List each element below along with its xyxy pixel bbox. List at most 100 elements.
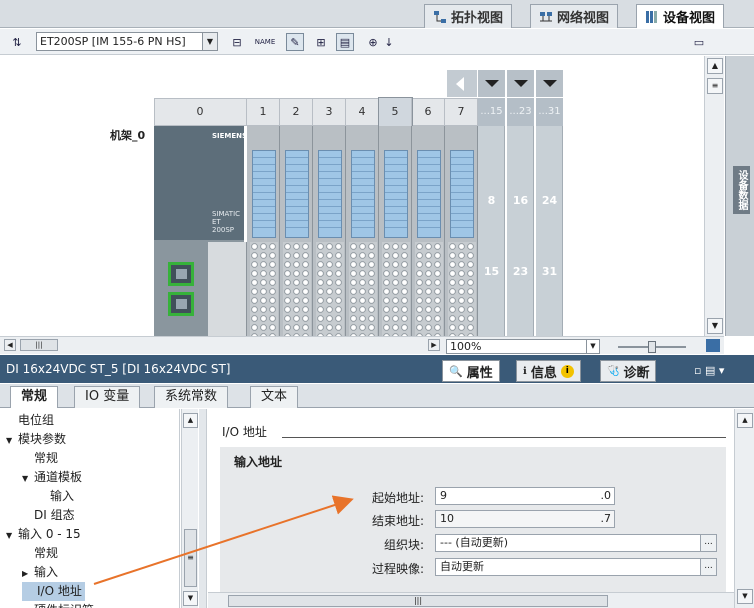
canvas-horizontal-scrollbar[interactable]: ◀ ||| ▶ 100% ▼ — [0, 336, 724, 354]
process-image-field[interactable]: 自动更新 ... — [435, 558, 717, 576]
panel-toggle-icon[interactable]: ▭ — [690, 33, 708, 51]
slot-header[interactable]: 0 — [154, 98, 247, 126]
tab-device-view[interactable]: 设备视图 — [636, 4, 725, 28]
network-overview-icon[interactable]: ⇅ — [8, 33, 26, 51]
io-module[interactable] — [412, 126, 445, 336]
io-module[interactable] — [445, 126, 478, 336]
tree-item[interactable]: ▶ 输入 — [22, 563, 58, 582]
properties-icon: 🔍 — [449, 364, 463, 378]
tree-scrollbar[interactable]: ▲ ≡ ▼ — [181, 409, 198, 608]
slot-header[interactable]: 5 — [378, 97, 413, 127]
scroll-down-icon[interactable]: ▼ — [737, 589, 753, 604]
terminal-block — [415, 242, 443, 336]
ext-slot-start: 24 — [541, 194, 558, 207]
io-module[interactable] — [247, 126, 280, 336]
head-text: SIMATIC ET 200SP — [212, 210, 241, 234]
scroll-down-icon[interactable]: ▼ — [707, 318, 723, 334]
tree-item[interactable]: DI 组态 — [22, 506, 75, 525]
scroll-thumb[interactable]: ||| — [228, 595, 608, 607]
ethernet-port-icon[interactable] — [168, 262, 194, 286]
tree-item[interactable]: ▼ 通道模板 — [22, 468, 82, 487]
ext-slot-range: ...15 — [478, 98, 505, 126]
panel-splitter[interactable] — [199, 409, 207, 608]
download-icon[interactable]: ↓ — [380, 33, 398, 51]
zoom-slider[interactable] — [618, 341, 686, 353]
device-toolbar: ⇅ ET200SP [IM 155-6 PN HS] ▼ ⊟ NAME ✎ ⊞ … — [0, 29, 754, 55]
slot-header[interactable]: 4 — [346, 98, 379, 126]
expand-toggle-icon[interactable]: ▼ — [22, 469, 34, 488]
edit-icon[interactable]: ✎ — [286, 33, 304, 51]
tree-item[interactable]: 硬件标识符 — [22, 601, 94, 608]
tab-diagnostics[interactable]: 🩺 诊断 — [600, 360, 657, 382]
chevron-down-icon[interactable]: ▼ — [202, 33, 217, 50]
slot-header[interactable]: 6 — [412, 98, 445, 126]
organization-block-field[interactable]: --- (自动更新) ... — [435, 534, 717, 552]
start-address-input[interactable]: 9 .0 — [435, 487, 615, 505]
tree-item[interactable]: ▼ 输入 0 - 15 — [6, 525, 81, 544]
tree-item[interactable]: 电位组 — [6, 411, 54, 430]
content-horizontal-scrollbar[interactable]: ||| — [208, 592, 734, 608]
expand-column-icon[interactable] — [478, 70, 505, 97]
tree-item-label: 常规 — [34, 451, 59, 465]
slot-header[interactable]: 1 — [247, 98, 280, 126]
subtab-system-constants[interactable]: 系统常数 — [154, 386, 229, 408]
expand-toggle-icon[interactable]: ▼ — [6, 431, 18, 450]
zoom-select[interactable]: 100% ▼ — [446, 339, 600, 354]
slot-header[interactable]: 2 — [280, 98, 313, 126]
subtab-texts[interactable]: 文本 — [250, 386, 299, 408]
collapse-left-icon[interactable] — [447, 70, 477, 97]
subtab-general[interactable]: 常规 — [10, 386, 59, 408]
table-icon[interactable]: ▤ — [336, 33, 354, 51]
io-module[interactable] — [313, 126, 346, 336]
tab-topology-view[interactable]: 拓扑视图 — [424, 4, 513, 28]
more-button[interactable]: ... — [700, 535, 716, 551]
tab-network-view[interactable]: 网络视图 — [530, 4, 619, 28]
organization-block-label: 组织块: — [383, 538, 424, 552]
tree-item[interactable]: 常规 — [22, 449, 58, 468]
chevron-down-icon — [514, 80, 528, 87]
ext-slot-column[interactable] — [478, 126, 505, 336]
device-select[interactable]: ET200SP [IM 155-6 PN HS] ▼ — [36, 32, 218, 51]
scroll-up-icon[interactable]: ▲ — [707, 58, 723, 74]
tab-properties[interactable]: 🔍 属性 — [442, 360, 500, 382]
expand-toggle-icon[interactable]: ▶ — [22, 564, 34, 583]
show-name-button[interactable]: NAME — [255, 33, 276, 51]
slot-header[interactable]: 3 — [313, 98, 346, 126]
more-button[interactable]: ... — [700, 559, 716, 575]
ext-slot-column[interactable] — [536, 126, 563, 336]
io-module[interactable] — [346, 126, 379, 336]
ethernet-port-icon[interactable] — [168, 292, 194, 316]
side-panel[interactable]: 设备数据 — [725, 56, 754, 336]
tree-item-label: 常规 — [34, 546, 59, 560]
scroll-left-icon[interactable]: ◀ — [4, 339, 16, 351]
slot-header[interactable]: 7 — [445, 98, 478, 126]
overview-icon[interactable] — [706, 339, 720, 352]
scroll-thumb[interactable]: ≡ — [707, 78, 723, 94]
scroll-right-icon[interactable]: ▶ — [428, 339, 440, 351]
io-module[interactable] — [379, 126, 412, 336]
scroll-thumb[interactable]: ≡ — [184, 529, 197, 587]
scroll-up-icon[interactable]: ▲ — [183, 413, 198, 428]
canvas-vertical-scrollbar[interactable]: ▲ ≡ ▼ — [704, 56, 724, 336]
rack-icon[interactable]: ⊟ — [228, 33, 246, 51]
chevron-down-icon[interactable]: ▼ — [586, 340, 599, 353]
grid-icon[interactable]: ⊞ — [312, 33, 330, 51]
tree-item[interactable]: 输入 — [38, 487, 74, 506]
device-data-tab[interactable]: 设备数据 — [733, 166, 750, 214]
scroll-thumb[interactable]: ||| — [20, 339, 58, 351]
io-module[interactable] — [280, 126, 313, 336]
expand-column-icon[interactable] — [536, 70, 563, 97]
tab-info[interactable]: ℹ 信息 i — [516, 360, 581, 382]
window-controls[interactable]: ▫ ▤ ▾ — [694, 364, 724, 377]
tree-item[interactable]: ▼ 模块参数 — [6, 430, 66, 449]
expand-toggle-icon[interactable]: ▼ — [6, 526, 18, 545]
zoom-slider-knob[interactable] — [648, 341, 656, 353]
tree-item[interactable]: 常规 — [22, 544, 58, 563]
tree-item[interactable]: I/O 地址 — [22, 582, 85, 601]
expand-column-icon[interactable] — [507, 70, 534, 97]
scroll-up-icon[interactable]: ▲ — [737, 413, 753, 428]
content-scrollbar[interactable]: ▲ ▼ — [734, 409, 754, 608]
subtab-io-tags[interactable]: IO 变量 — [74, 386, 141, 408]
ext-slot-column[interactable] — [507, 126, 534, 336]
scroll-down-icon[interactable]: ▼ — [183, 591, 198, 606]
